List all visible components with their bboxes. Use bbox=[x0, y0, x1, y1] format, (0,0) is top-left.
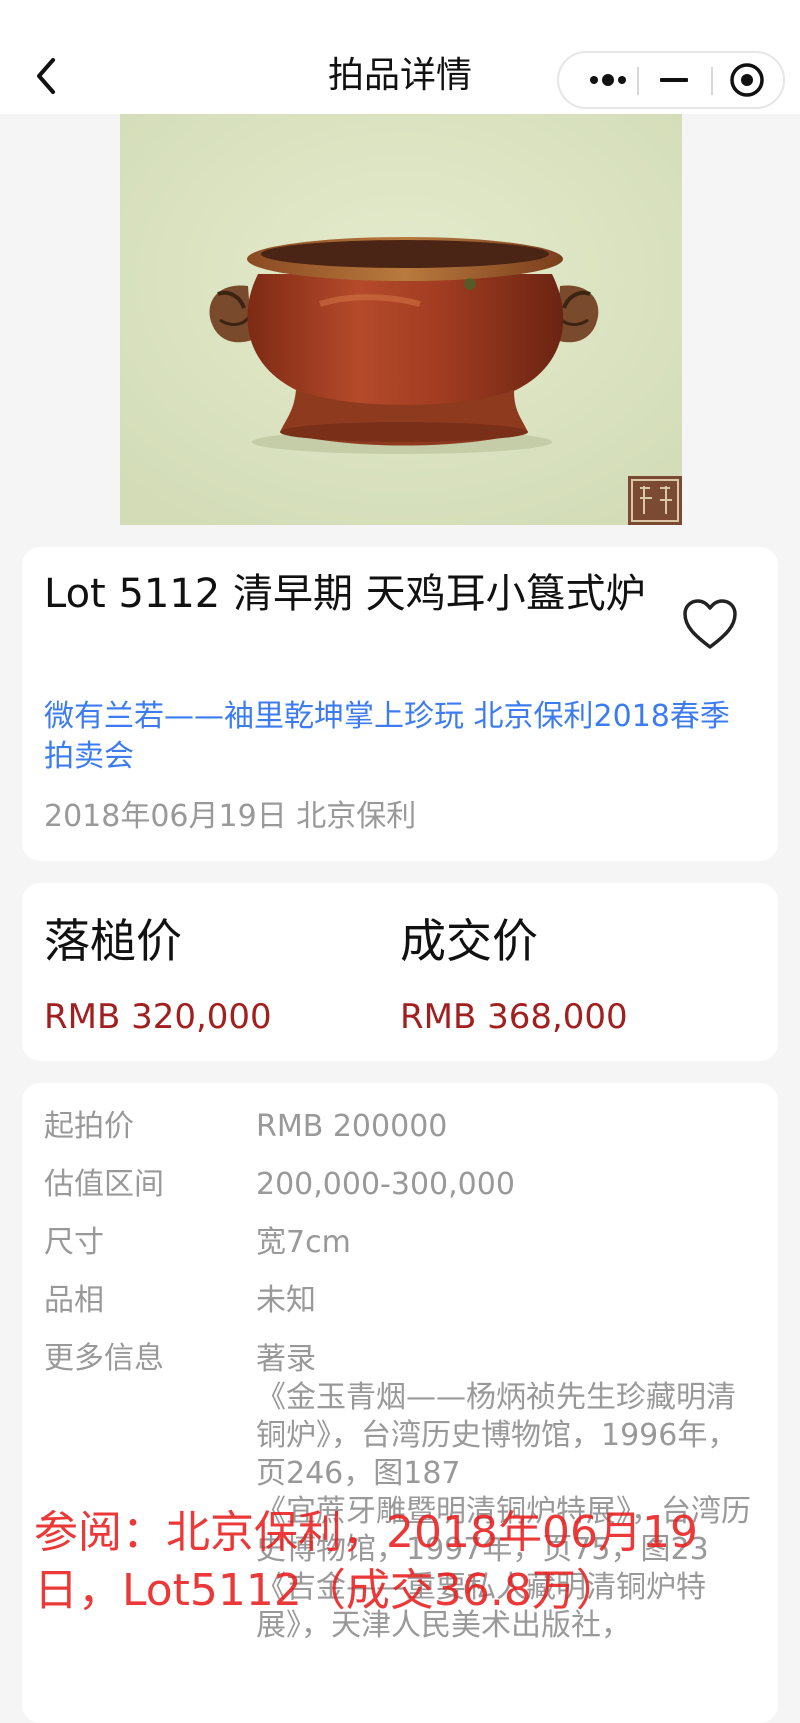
estimate-range-value: 200,000-300,000 bbox=[256, 1167, 515, 1202]
hammer-price-value: RMB 320,000 bbox=[44, 997, 272, 1037]
more-dots-icon bbox=[590, 74, 626, 86]
more-info-line: 《吉金——重要私人藏明清铜炉特展》，天津人民美术出版社， bbox=[256, 1570, 706, 1643]
navigation-bar: 拍品详情 bbox=[0, 0, 800, 114]
start-price-value: RMB 200000 bbox=[256, 1109, 448, 1144]
deal-price-label: 成交价 bbox=[400, 914, 538, 968]
price-card: 落槌价 成交价 RMB 320,000 RMB 368,000 bbox=[22, 883, 778, 1061]
close-miniprogram-button[interactable] bbox=[713, 53, 781, 107]
auction-date: 2018年06月19日 北京保利 bbox=[44, 799, 417, 834]
favorite-button[interactable] bbox=[680, 595, 740, 655]
hammer-price-label: 落槌价 bbox=[44, 914, 182, 968]
bronze-censer-image bbox=[120, 114, 682, 525]
product-image[interactable] bbox=[120, 114, 682, 525]
detail-label: 品相 bbox=[44, 1283, 104, 1318]
deal-price-value: RMB 368,000 bbox=[400, 997, 628, 1037]
more-info-line: 著录 bbox=[256, 1342, 316, 1377]
detail-label: 尺寸 bbox=[44, 1225, 104, 1260]
detail-label: 估值区间 bbox=[44, 1167, 164, 1202]
lot-info-card: Lot 5112 清早期 天鸡耳小簋式炉 微有兰若——袖里乾坤掌上珍玩 北京保利… bbox=[22, 547, 778, 861]
details-card: 起拍价 RMB 200000 估值区间 200,000-300,000 尺寸 宽… bbox=[22, 1083, 778, 1723]
auction-name-link[interactable]: 微有兰若——袖里乾坤掌上珍玩 北京保利2018春季拍卖会 bbox=[44, 697, 754, 777]
size-value: 宽7cm bbox=[256, 1225, 351, 1260]
minimize-button[interactable] bbox=[639, 53, 709, 107]
more-info-line: 《宜蔗牙雕暨明清铜炉特展》，台湾历史博物馆，1997年，页75，图23 bbox=[256, 1494, 751, 1567]
target-icon bbox=[730, 63, 764, 97]
more-info-text: 著录 《金玉青烟——杨炳祯先生珍藏明清铜炉》，台湾历史博物馆，1996年，页24… bbox=[256, 1341, 756, 1645]
detail-label: 起拍价 bbox=[44, 1109, 134, 1144]
more-info-label: 更多信息 bbox=[44, 1341, 164, 1376]
more-button[interactable] bbox=[573, 53, 643, 107]
more-info-line: 《金玉青烟——杨炳祯先生珍藏明清铜炉》，台湾历史博物馆，1996年，页246，图… bbox=[256, 1380, 738, 1491]
capsule-menu bbox=[557, 51, 785, 109]
heart-icon bbox=[683, 599, 737, 649]
condition-value: 未知 bbox=[256, 1283, 316, 1318]
minimize-icon bbox=[660, 78, 688, 82]
lot-title: Lot 5112 清早期 天鸡耳小簋式炉 bbox=[44, 571, 646, 617]
